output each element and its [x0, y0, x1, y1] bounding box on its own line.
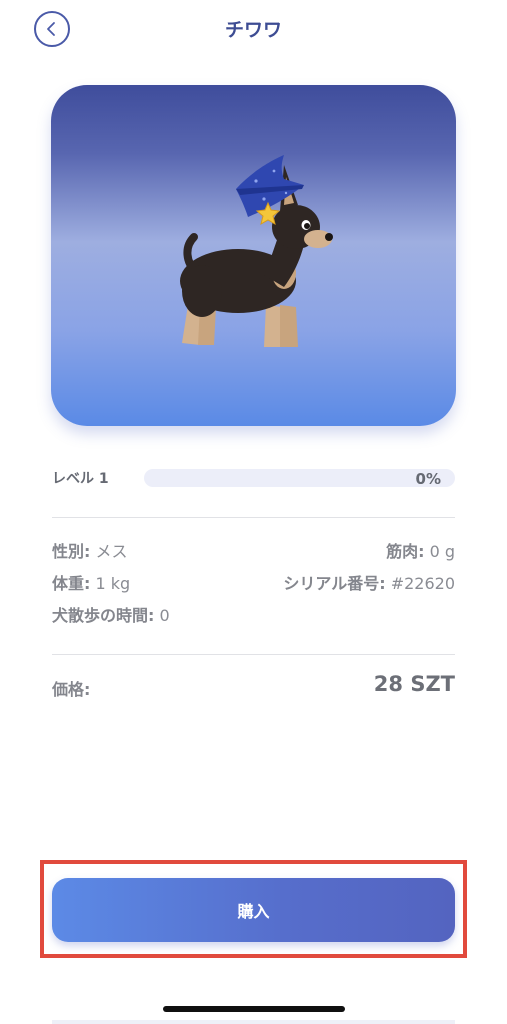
home-indicator — [163, 1006, 345, 1012]
page-title: チワワ — [224, 19, 282, 41]
price-label: 価格: — [52, 680, 91, 699]
price-value: 28 SZT — [373, 672, 455, 696]
stat-gender: 性別: メス — [52, 538, 128, 562]
stat-weight-key: 体重: — [52, 574, 91, 593]
stat-serial: シリアル番号: #22620 — [283, 570, 455, 594]
level-progress-track: 0% — [144, 469, 455, 488]
stat-gender-key: 性別: — [52, 542, 91, 561]
pet-image-card — [51, 85, 456, 426]
stat-muscle-key: 筋肉: — [386, 542, 425, 561]
level-percent: 0% — [415, 470, 441, 488]
buy-button[interactable]: 購入 — [52, 878, 455, 942]
stat-walk-time-value: 0 — [154, 606, 170, 625]
divider — [52, 654, 455, 655]
chihuahua-wizard-image — [180, 155, 333, 347]
bottom-edge — [52, 1020, 455, 1024]
stat-walk-time-key: 犬散歩の時間: — [52, 606, 155, 625]
level-label: レベル 1 — [52, 471, 109, 487]
stat-weight: 体重: 1 kg — [52, 570, 130, 594]
stat-muscle-value: 0 g — [424, 542, 455, 561]
stat-walk-time: 犬散歩の時間: 0 — [52, 602, 170, 626]
header-bar: チワワ — [0, 0, 507, 60]
stat-weight-value: 1 kg — [90, 574, 131, 593]
stat-gender-value: メス — [90, 542, 128, 561]
stat-muscle: 筋肉: 0 g — [386, 538, 455, 562]
divider — [52, 517, 455, 518]
stat-serial-key: シリアル番号: — [283, 574, 386, 593]
level-progress: レベル 1 0% — [52, 466, 455, 490]
stat-serial-value: #22620 — [385, 574, 455, 593]
